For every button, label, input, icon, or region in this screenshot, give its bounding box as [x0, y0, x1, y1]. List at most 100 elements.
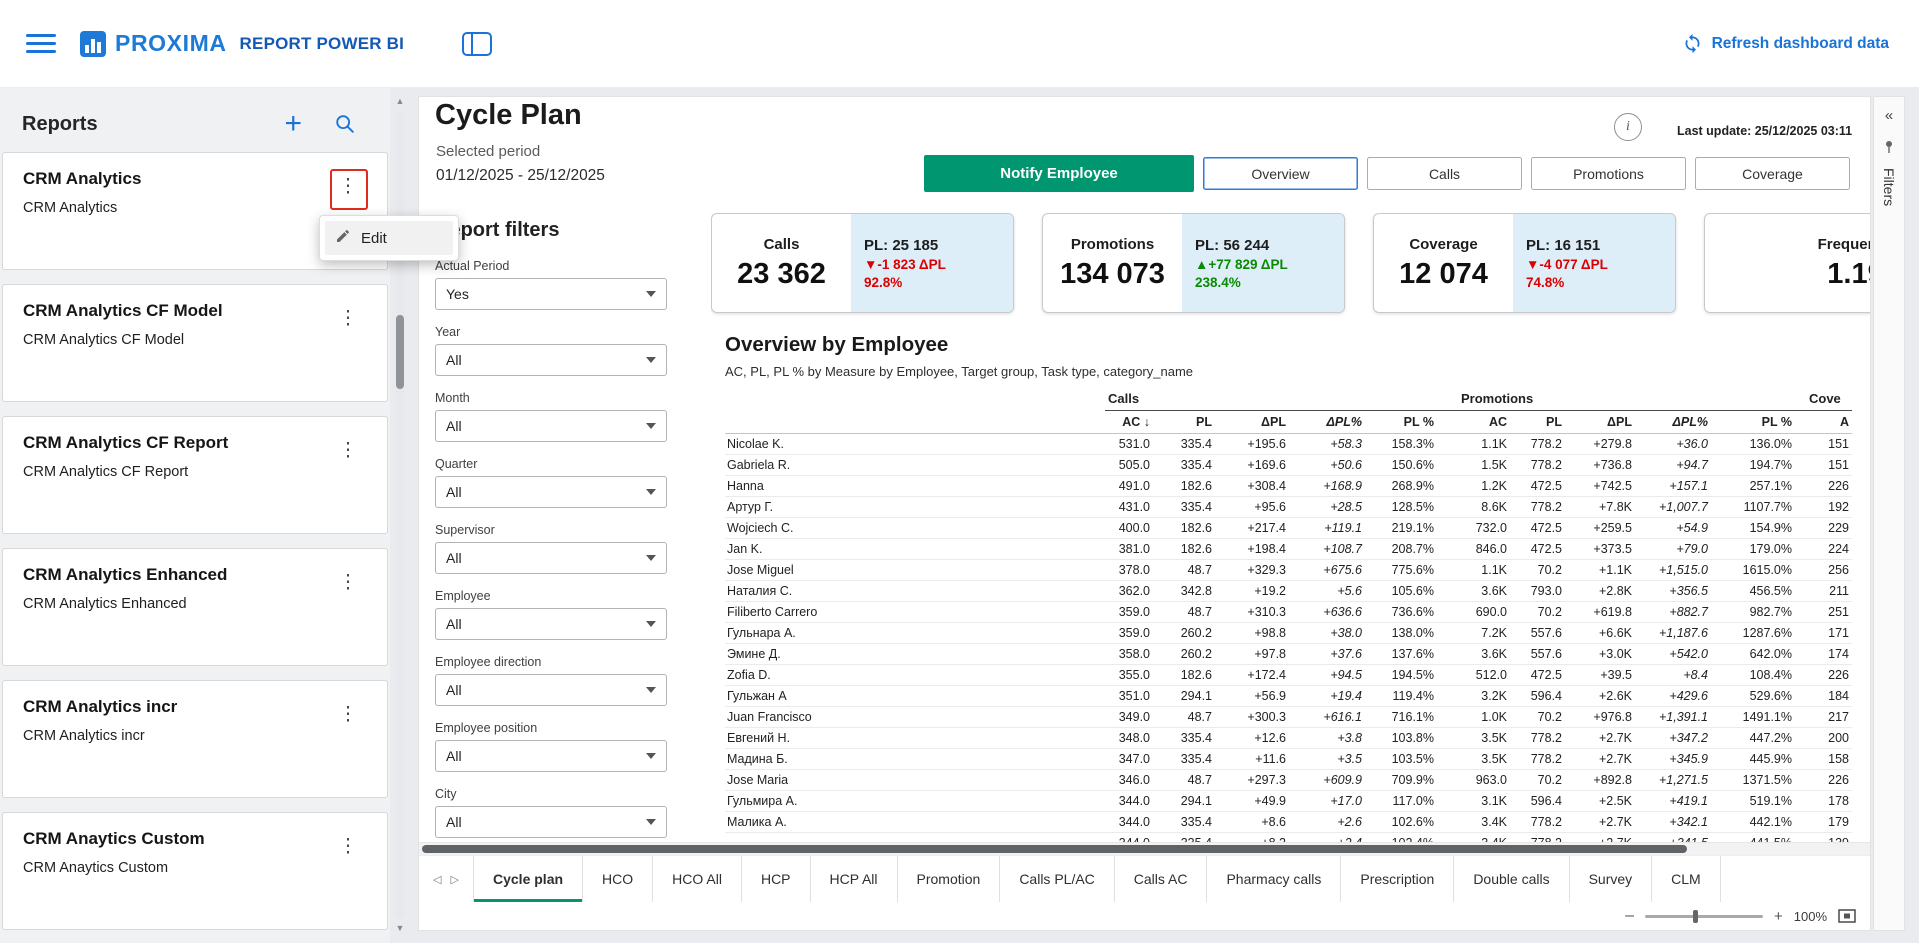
- tab-scroll-left-icon[interactable]: ◁: [433, 873, 441, 886]
- bottom-tab-clm[interactable]: CLM: [1652, 856, 1721, 902]
- edit-menu-item[interactable]: Edit: [325, 221, 453, 255]
- report-card-menu-icon[interactable]: ⋮: [333, 301, 363, 335]
- table-column-header[interactable]: ΔPL%: [1289, 411, 1365, 434]
- report-filters-title: Report filters: [435, 219, 667, 242]
- report-card[interactable]: CRM Anaytics CustomCRM Anaytics Custom⋮: [2, 812, 388, 930]
- view-tab-overview[interactable]: Overview: [1203, 157, 1358, 190]
- zoom-in-button[interactable]: +: [1774, 909, 1783, 924]
- chevron-down-icon: [646, 819, 656, 825]
- report-card[interactable]: CRM Analytics CF ModelCRM Analytics CF M…: [2, 284, 388, 402]
- report-card-subtitle: CRM Anaytics Custom: [23, 860, 333, 876]
- filter-select-supervisor[interactable]: All: [435, 542, 667, 574]
- horizontal-scrollbar[interactable]: [419, 842, 1870, 855]
- table-group-header: Cove: [1795, 388, 1852, 411]
- view-tab-coverage[interactable]: Coverage: [1695, 157, 1850, 190]
- scroll-up-icon[interactable]: ▲: [396, 94, 405, 108]
- bottom-tab-calls-pl-ac[interactable]: Calls PL/AC: [1000, 856, 1114, 902]
- table-column-header[interactable]: ΔPL%: [1635, 411, 1711, 434]
- report-card-menu-icon[interactable]: ⋮: [333, 565, 363, 599]
- chevron-down-icon: [646, 753, 656, 759]
- bottom-tabs: Cycle planHCOHCO AllHCPHCP AllPromotionC…: [473, 856, 1721, 902]
- bottom-tab-hcp-all[interactable]: HCP All: [811, 856, 898, 902]
- refresh-icon: [1682, 33, 1703, 54]
- report-card-menu-icon[interactable]: ⋮: [333, 433, 363, 467]
- zoom-slider[interactable]: [1645, 915, 1763, 918]
- collapse-icon[interactable]: «: [1885, 107, 1893, 124]
- sidebar-toggle-icon[interactable]: [462, 32, 492, 56]
- view-tab-promotions[interactable]: Promotions: [1531, 157, 1686, 190]
- table-group-header: Promotions: [1437, 388, 1795, 411]
- chevron-down-icon: [646, 423, 656, 429]
- filter-select-employee[interactable]: All: [435, 608, 667, 640]
- filter-select-employee-direction[interactable]: All: [435, 674, 667, 706]
- table-column-header[interactable]: ΔPL: [1215, 411, 1289, 434]
- bottom-tab-survey[interactable]: Survey: [1570, 856, 1653, 902]
- table-column-header[interactable]: AC: [1437, 411, 1510, 434]
- table-column-header[interactable]: A: [1795, 411, 1852, 434]
- shell: Reports + CRM AnalyticsCRM Analytics⋮CRM…: [0, 88, 1919, 943]
- menu-icon[interactable]: [26, 34, 56, 53]
- table-row: Jose Maria346.048.7+297.3+609.9709.9%963…: [725, 770, 1852, 791]
- refresh-button[interactable]: Refresh dashboard data: [1682, 33, 1889, 54]
- table-column-header[interactable]: PL %: [1711, 411, 1795, 434]
- table-row: Nicolae K.531.0335.4+195.6+58.3158.3%1.1…: [725, 434, 1852, 455]
- filter-select-month[interactable]: All: [435, 410, 667, 442]
- filter-label: Employee: [435, 589, 667, 603]
- annotation-highlight-box: [330, 169, 368, 210]
- bottom-tab-hcp[interactable]: HCP: [742, 856, 811, 902]
- filter-field: Month All: [435, 391, 667, 442]
- bottom-tab-pharmacy-calls[interactable]: Pharmacy calls: [1207, 856, 1341, 902]
- kpi-label: Frequency: [1818, 236, 1870, 253]
- zoom-slider-thumb[interactable]: [1693, 910, 1698, 923]
- filter-select-employee-position[interactable]: All: [435, 740, 667, 772]
- report-card-menu-icon[interactable]: ⋮: [333, 697, 363, 731]
- zoom-out-button[interactable]: –: [1625, 908, 1634, 924]
- info-icon[interactable]: i: [1614, 113, 1642, 141]
- filter-select-value: All: [446, 616, 462, 632]
- notify-employee-button[interactable]: Notify Employee: [924, 155, 1194, 192]
- filter-select-actual-period[interactable]: Yes: [435, 278, 667, 310]
- bottom-tab-prescription[interactable]: Prescription: [1341, 856, 1454, 902]
- filter-select-quarter[interactable]: All: [435, 476, 667, 508]
- report-card[interactable]: CRM Analytics CF ReportCRM Analytics CF …: [2, 416, 388, 534]
- filter-select-city[interactable]: All: [435, 806, 667, 838]
- add-report-button[interactable]: +: [284, 112, 302, 136]
- bottom-tab-cycle-plan[interactable]: Cycle plan: [473, 856, 583, 902]
- report-card[interactable]: CRM Analytics incrCRM Analytics incr⋮: [2, 680, 388, 798]
- chevron-down-icon: [646, 555, 656, 561]
- pin-icon[interactable]: [1883, 140, 1895, 154]
- hscroll-thumb[interactable]: [422, 845, 1687, 853]
- kpi-plan-pct: 238.4%: [1195, 275, 1344, 290]
- table-row: Эмине Д.358.0260.2+97.8+37.6137.6%3.6K55…: [725, 644, 1852, 665]
- filter-label: Month: [435, 391, 667, 405]
- search-icon[interactable]: [334, 113, 356, 135]
- fit-to-page-icon[interactable]: [1838, 909, 1856, 923]
- table-column-header[interactable]: PL: [1510, 411, 1565, 434]
- edit-label: Edit: [361, 230, 387, 247]
- filter-select-year[interactable]: All: [435, 344, 667, 376]
- table-column-header[interactable]: PL: [1153, 411, 1215, 434]
- filter-field: CityAll: [435, 787, 667, 838]
- filters-rail[interactable]: « Filters: [1873, 96, 1905, 931]
- table-column-header[interactable]: AC ↓: [1105, 411, 1153, 434]
- filter-select-value: All: [446, 484, 462, 500]
- scrollbar-thumb[interactable]: [396, 315, 404, 389]
- filters-rail-label: Filters: [1881, 168, 1897, 206]
- tab-scroll-right-icon[interactable]: ▷: [451, 873, 459, 886]
- kpi-plan: PL: 56 244: [1195, 237, 1344, 254]
- report-card-menu-icon[interactable]: ⋮: [333, 829, 363, 863]
- kpi-card-frequency: Frequency1.19: [1704, 213, 1870, 313]
- filter-label: Employee direction: [435, 655, 667, 669]
- report-card[interactable]: CRM Analytics EnhancedCRM Analytics Enha…: [2, 548, 388, 666]
- bottom-tab-promotion[interactable]: Promotion: [898, 856, 1001, 902]
- kpi-plan: PL: 16 151: [1526, 237, 1675, 254]
- table-column-header[interactable]: PL %: [1365, 411, 1437, 434]
- view-tab-calls[interactable]: Calls: [1367, 157, 1522, 190]
- bottom-tab-calls-ac[interactable]: Calls AC: [1115, 856, 1208, 902]
- table-column-header[interactable]: ΔPL: [1565, 411, 1635, 434]
- bottom-tab-double-calls[interactable]: Double calls: [1454, 856, 1569, 902]
- filter-field: Actual PeriodYes: [435, 259, 667, 310]
- bottom-tab-hco-all[interactable]: HCO All: [653, 856, 742, 902]
- scroll-down-icon[interactable]: ▼: [396, 921, 405, 935]
- bottom-tab-hco[interactable]: HCO: [583, 856, 653, 902]
